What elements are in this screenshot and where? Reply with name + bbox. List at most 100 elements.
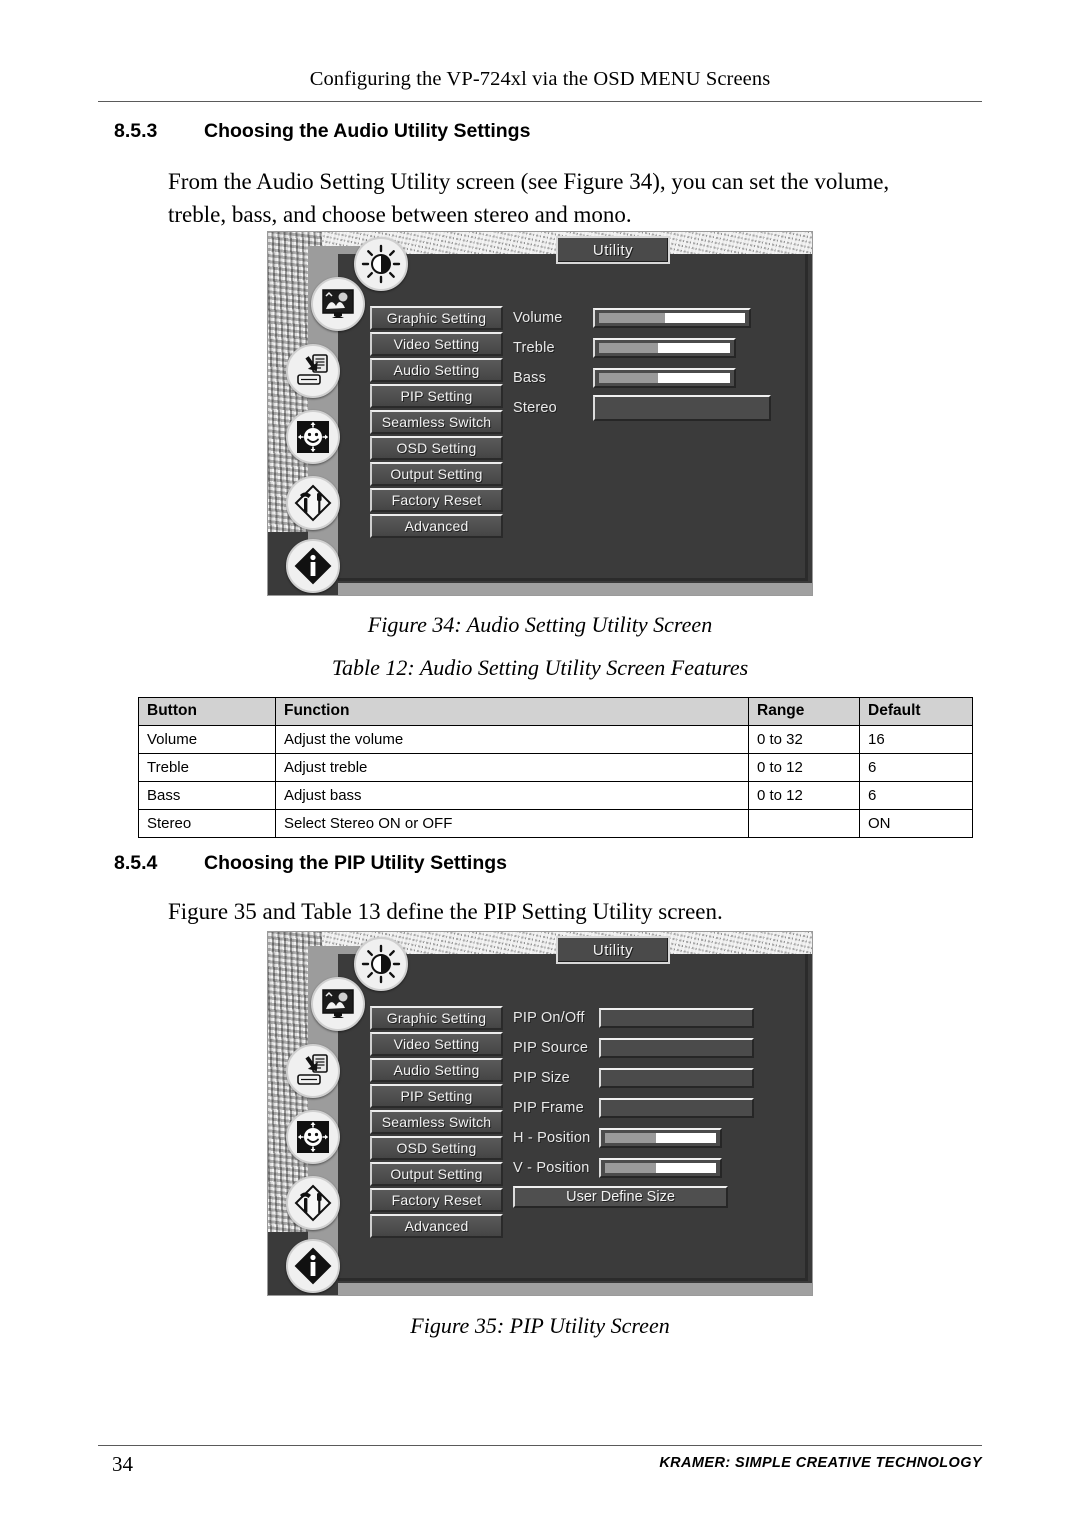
utility-face-icon[interactable] <box>286 1110 340 1164</box>
osd-menu-label: OSD Setting <box>396 440 477 456</box>
osd-menu-item[interactable]: Video Setting <box>370 332 503 356</box>
osd-tab-utility[interactable]: Utility <box>556 936 670 964</box>
h-position-slider[interactable] <box>599 1128 722 1148</box>
table-col-header-button: Button <box>138 697 276 726</box>
user-define-size-label: User Define Size <box>566 1189 675 1205</box>
figure35-caption: Figure 35: PIP Utility Screen <box>410 1313 670 1338</box>
osd-tab-label: Utility <box>592 241 634 259</box>
table-cell-default: 6 <box>859 781 973 810</box>
osd-menu-item[interactable]: OSD Setting <box>370 1136 503 1160</box>
table-cell-button: Stereo <box>138 809 276 838</box>
osd-menu-label: Advanced <box>404 518 469 534</box>
figure34-caption: Figure 34: Audio Setting Utility Screen <box>367 612 713 637</box>
running-header: Configuring the VP-724xl via the OSD MEN… <box>98 68 982 91</box>
osd-controls-audio: Volume Treble Bass Stereo <box>513 306 798 426</box>
osd-control-label: Volume <box>513 310 563 326</box>
osd-control-row: Stereo <box>513 395 798 421</box>
osd-control-row: H - Position <box>513 1126 798 1150</box>
osd-menu-item[interactable]: PIP Setting <box>370 384 503 408</box>
osd-menu-item[interactable]: OSD Setting <box>370 436 503 460</box>
input-output-icon[interactable] <box>286 344 340 398</box>
osd-menu-item[interactable]: Audio Setting <box>370 1058 503 1082</box>
osd-control-label: Stereo <box>513 400 557 416</box>
osd-menu-label: Video Setting <box>393 1036 480 1052</box>
osd-control-row: Volume <box>513 306 798 330</box>
v-position-slider[interactable] <box>599 1158 722 1178</box>
user-define-size-button[interactable]: User Define Size <box>513 1186 728 1208</box>
treble-slider[interactable] <box>593 338 736 358</box>
display-monitor-icon[interactable] <box>311 277 365 331</box>
osd-menu-item[interactable]: Video Setting <box>370 1032 503 1056</box>
osd-menu-item[interactable]: Output Setting <box>370 462 503 486</box>
brightness-contrast-icon[interactable] <box>354 937 408 991</box>
table12: Button Function Range Default Volume Adj… <box>138 697 973 838</box>
osd-menu-item[interactable]: Factory Reset <box>370 1188 503 1212</box>
osd-menu-label: Video Setting <box>393 336 480 352</box>
osd-menu-label: Graphic Setting <box>386 1010 487 1026</box>
page-number: 34 <box>112 1452 133 1476</box>
table12-caption: Table 12: Audio Setting Utility Screen F… <box>331 655 749 680</box>
input-output-icon[interactable] <box>286 1044 340 1098</box>
osd-control-label: PIP Source <box>513 1040 589 1056</box>
pip-source-box[interactable] <box>599 1038 754 1058</box>
footer-brand: KRAMER: SIMPLE CREATIVE TECHNOLOGY <box>659 1455 982 1471</box>
osd-menu-item[interactable]: Audio Setting <box>370 358 503 382</box>
osd-menu-item[interactable]: Output Setting <box>370 1162 503 1186</box>
figure35-osd-screen: Utility Graphic Setting Video Setting Au… <box>267 931 813 1296</box>
display-monitor-icon[interactable] <box>311 977 365 1031</box>
volume-slider[interactable] <box>593 308 751 328</box>
osd-menu-item[interactable]: Seamless Switch <box>370 1110 503 1134</box>
table-cell-default: ON <box>859 809 973 838</box>
osd-tab-utility[interactable]: Utility <box>556 236 670 264</box>
osd-control-label: H - Position <box>513 1130 591 1146</box>
osd-control-label: Bass <box>513 370 547 386</box>
section-number-853: 8.5.3 <box>114 120 158 142</box>
information-icon[interactable] <box>286 1239 340 1293</box>
osd-menu-item[interactable]: Factory Reset <box>370 488 503 512</box>
osd-menu-label: Audio Setting <box>393 362 480 378</box>
brightness-contrast-icon[interactable] <box>354 237 408 291</box>
osd-menu-label: Audio Setting <box>393 1062 480 1078</box>
table-cell-default: 16 <box>859 725 973 754</box>
osd-menu-list: Graphic Setting Video Setting Audio Sett… <box>370 306 503 540</box>
table-cell-function: Select Stereo ON or OFF <box>275 809 749 838</box>
running-header-text: Configuring the VP-724xl via the OSD MEN… <box>309 68 771 90</box>
osd-menu-item[interactable]: Advanced <box>370 1214 503 1238</box>
osd-menu-label: Advanced <box>404 1218 469 1234</box>
osd-control-row: V - Position <box>513 1156 798 1180</box>
osd-menu-label: Seamless Switch <box>381 414 492 430</box>
osd-menu-label: OSD Setting <box>396 1140 477 1156</box>
osd-menu-label: PIP Setting <box>400 388 473 404</box>
osd-menu-list: Graphic Setting Video Setting Audio Sett… <box>370 1006 503 1240</box>
osd-control-label: PIP On/Off <box>513 1010 585 1026</box>
table-col-header-range: Range <box>748 697 860 726</box>
osd-tab-label: Utility <box>592 941 634 959</box>
osd-menu-item[interactable]: Graphic Setting <box>370 306 503 330</box>
pip-size-box[interactable] <box>599 1068 754 1088</box>
utility-face-icon[interactable] <box>286 410 340 464</box>
pip-onoff-box[interactable] <box>599 1008 754 1028</box>
information-icon[interactable] <box>286 539 340 593</box>
osd-menu-item[interactable]: Advanced <box>370 514 503 538</box>
osd-control-row: PIP On/Off <box>513 1006 798 1030</box>
table-cell-default: 6 <box>859 753 973 782</box>
table-col-header-default: Default <box>859 697 973 726</box>
table-header-row: Button Function Range Default <box>138 697 973 726</box>
table-row: Treble Adjust treble 0 to 12 6 <box>138 753 973 782</box>
osd-menu-item[interactable]: Graphic Setting <box>370 1006 503 1030</box>
table-row: Volume Adjust the volume 0 to 32 16 <box>138 725 973 754</box>
osd-menu-item[interactable]: PIP Setting <box>370 1084 503 1108</box>
osd-menu-item[interactable]: Seamless Switch <box>370 410 503 434</box>
pip-frame-box[interactable] <box>599 1098 754 1118</box>
stereo-value-box[interactable] <box>593 395 771 421</box>
osd-control-label: PIP Size <box>513 1070 570 1086</box>
section-title-854: Choosing the PIP Utility Settings <box>204 852 507 874</box>
osd-control-label: PIP Frame <box>513 1100 584 1116</box>
table-cell-button: Treble <box>138 753 276 782</box>
bass-slider[interactable] <box>593 368 736 388</box>
tools-icon[interactable] <box>286 476 340 530</box>
osd-menu-label: Graphic Setting <box>386 310 487 326</box>
tools-icon[interactable] <box>286 1176 340 1230</box>
osd-controls-pip: PIP On/Off PIP Source PIP Size PIP Frame… <box>513 1006 798 1208</box>
osd-control-label: V - Position <box>513 1160 590 1176</box>
